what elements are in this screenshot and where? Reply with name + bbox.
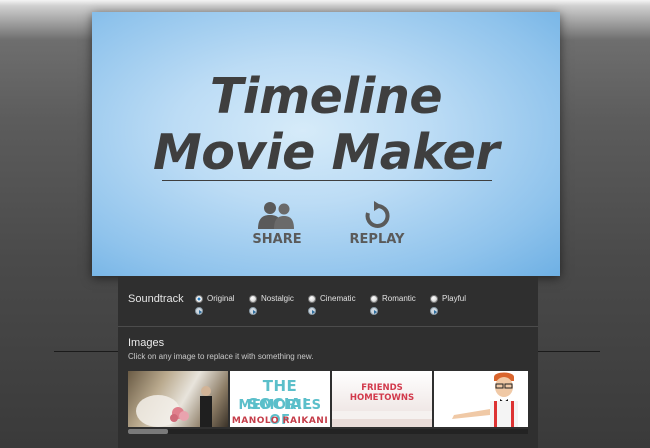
replay-icon <box>342 200 412 230</box>
radio-nostalgic[interactable] <box>249 295 257 303</box>
wedding-photo-icon <box>136 386 212 427</box>
divider-right <box>538 351 600 352</box>
images-label: Images <box>128 337 165 349</box>
thumbnail-social-memories[interactable]: THE SOCIAL MEMORIES OF MANOLO RAIKANI <box>230 371 330 427</box>
option-label: Cinematic <box>320 294 356 303</box>
play-icon[interactable] <box>195 307 203 315</box>
title-line-2: Movie Maker <box>152 124 500 181</box>
play-icon[interactable] <box>430 307 438 315</box>
share-button[interactable]: SHARE <box>242 200 312 247</box>
images-hint: Click on any image to replace it with so… <box>128 352 314 361</box>
play-icon[interactable] <box>249 307 257 315</box>
image-strip: THE SOCIAL MEMORIES OF MANOLO RAIKANI FR… <box>128 371 528 427</box>
section-divider <box>118 326 538 327</box>
image-strip-scrollbar[interactable] <box>128 429 528 434</box>
option-label: Playful <box>442 294 467 303</box>
editor-panel: Soundtrack Original Nostalgic Cinematic … <box>118 276 538 448</box>
title-line-1: Timeline <box>209 68 443 125</box>
thumbnail-friends-hometowns[interactable]: FRIENDS HOMETOWNS <box>332 371 432 427</box>
option-label: Original <box>207 294 235 303</box>
play-icon[interactable] <box>308 307 316 315</box>
radio-playful[interactable] <box>430 295 438 303</box>
people-icon <box>242 200 312 230</box>
thumbnail-wedding-photo[interactable] <box>128 371 228 427</box>
scrollbar-thumb[interactable] <box>128 429 168 434</box>
radio-cinematic[interactable] <box>308 295 316 303</box>
friends-footer <box>332 419 432 427</box>
social-line-3: MANOLO RAIKANI <box>231 416 329 426</box>
radio-original[interactable] <box>195 295 203 303</box>
friends-text: FRIENDS HOMETOWNS <box>349 383 415 403</box>
thumbnail-man-with-suspenders[interactable] <box>434 371 528 427</box>
man-illustration-icon <box>452 372 518 427</box>
soundtrack-label: Soundtrack <box>128 293 184 305</box>
play-icon[interactable] <box>370 307 378 315</box>
replay-label: REPLAY <box>349 232 405 247</box>
option-label: Romantic <box>382 294 416 303</box>
divider-left <box>54 351 118 352</box>
replay-button[interactable]: REPLAY <box>342 200 412 247</box>
hero-banner: Timeline Movie Maker SHARE REPLAY <box>92 12 560 276</box>
share-label: SHARE <box>252 232 302 247</box>
title-divider <box>162 180 492 181</box>
option-label: Nostalgic <box>261 294 294 303</box>
radio-romantic[interactable] <box>370 295 378 303</box>
